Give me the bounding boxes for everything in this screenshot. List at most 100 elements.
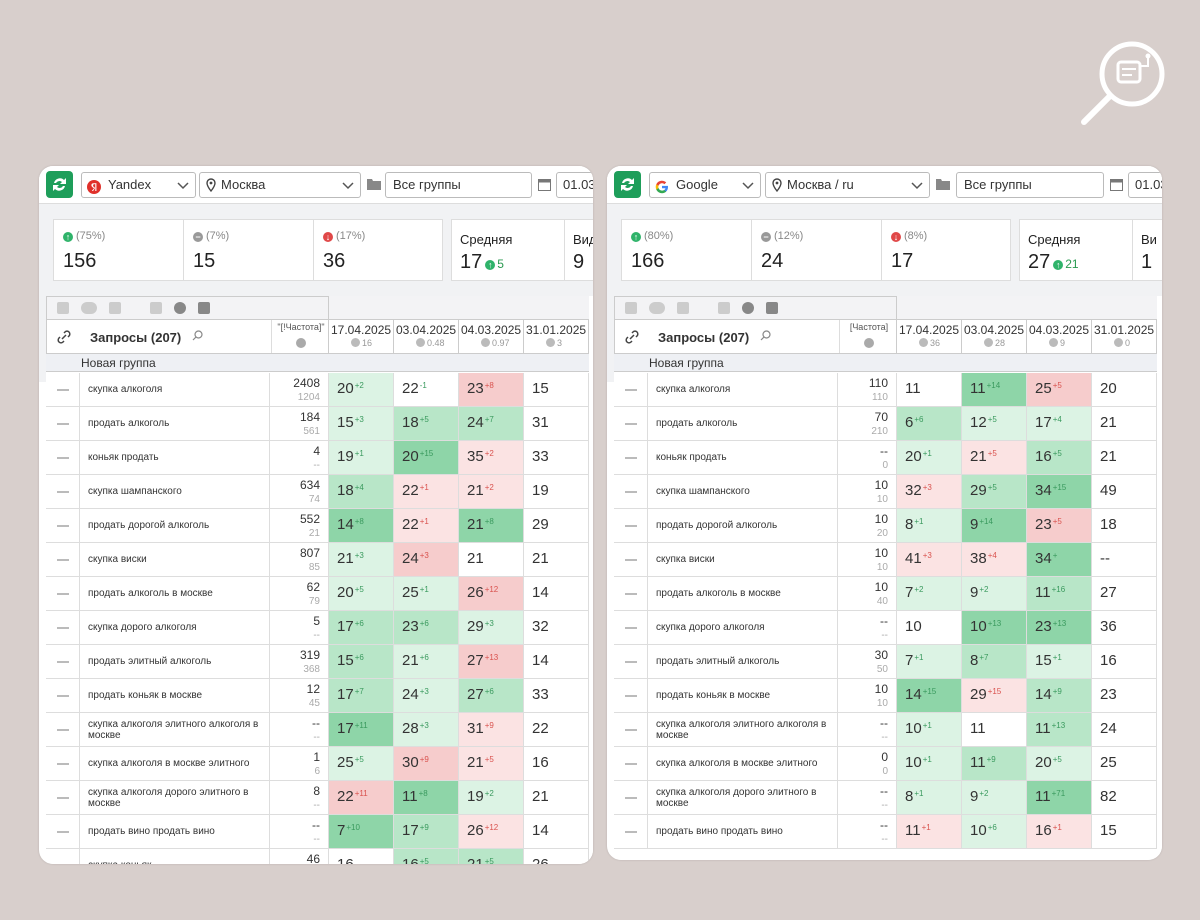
position-cell[interactable]: 26 [524,849,589,864]
position-cell[interactable]: 10+13 [962,611,1027,645]
position-cell[interactable]: 24+7 [459,407,524,441]
query-cell[interactable]: скупка алкоголя [648,373,838,407]
row-handle[interactable] [46,611,80,645]
query-cell[interactable]: продать коньяк в москве [80,679,270,713]
position-cell[interactable]: 9+2 [962,781,1027,815]
position-cell[interactable]: 22+11 [329,781,394,815]
query-cell[interactable]: скупка виски [80,543,270,577]
query-cell[interactable]: скупка алкоголя элитного алкоголя в моск… [80,713,270,747]
row-handle[interactable] [614,679,648,713]
position-cell[interactable]: 25+5 [329,747,394,781]
position-cell[interactable]: 8+1 [897,509,962,543]
link-chain-icon[interactable] [57,330,71,344]
contrast-icon[interactable] [742,302,754,314]
position-cell[interactable]: 21+3 [329,543,394,577]
position-cell[interactable]: 9+14 [962,509,1027,543]
position-cell[interactable]: 14+8 [329,509,394,543]
table-row[interactable]: скупка виски 807 85 21+3 24+3 21 21 [46,543,589,577]
position-cell[interactable]: 11+8 [394,781,459,815]
table-row[interactable]: скупка дорого алкоголя 5 -- 17+6 23+6 29+3 32 [46,611,589,645]
position-cell[interactable]: 21 [524,781,589,815]
table-row[interactable]: продать дорогой алкоголь 552 21 14+8 22+1 21… [46,509,589,543]
position-cell[interactable]: 18+4 [329,475,394,509]
position-cell[interactable]: 16 [329,849,394,864]
query-cell[interactable]: скупка алкоголя в москве элитного [80,747,270,781]
position-cell[interactable]: 7+1 [897,645,962,679]
toggle-icon[interactable] [649,302,665,314]
position-cell[interactable]: 19+1 [329,441,394,475]
refresh-button[interactable] [46,171,73,198]
position-cell[interactable]: 20 [1092,373,1157,407]
position-cell[interactable]: 11+9 [962,747,1027,781]
sort-icon[interactable] [625,302,637,314]
query-cell[interactable]: коньяк продать [80,441,270,475]
row-handle[interactable] [46,373,80,407]
position-cell[interactable]: 11+1 [897,815,962,849]
position-cell[interactable]: 23+8 [459,373,524,407]
position-cell[interactable]: 8+7 [962,645,1027,679]
query-cell[interactable]: скупка алкоголя дорого элитного в москве [648,781,838,815]
table-icon[interactable] [150,302,162,314]
position-cell[interactable]: 14+15 [897,679,962,713]
position-cell[interactable]: 14 [524,577,589,611]
position-cell[interactable]: 21+2 [459,475,524,509]
position-cell[interactable]: 49 [1092,475,1157,509]
row-handle[interactable] [614,747,648,781]
position-cell[interactable]: 32+3 [897,475,962,509]
table-row[interactable]: скупка виски 10 10 41+3 38+4 34+ -- [614,543,1157,577]
position-cell[interactable]: 29+15 [962,679,1027,713]
table-row[interactable]: продать вино продать вино -- -- 7+10 17+9 26… [46,815,589,849]
position-cell[interactable]: 36 [1092,611,1157,645]
query-cell[interactable]: продать дорогой алкоголь [80,509,270,543]
position-cell[interactable]: 26+12 [459,577,524,611]
row-handle[interactable] [46,781,80,815]
row-handle[interactable] [614,475,648,509]
query-cell[interactable]: скупка шампанского [648,475,838,509]
position-cell[interactable]: 27+13 [459,645,524,679]
position-cell[interactable]: 24+3 [394,543,459,577]
row-handle[interactable] [46,815,80,849]
position-cell[interactable]: 21 [1092,407,1157,441]
position-cell[interactable]: 11 [897,373,962,407]
position-cell[interactable]: 31 [524,407,589,441]
position-cell[interactable]: 34+15 [1027,475,1092,509]
position-cell[interactable]: 17+4 [1027,407,1092,441]
link-icon[interactable] [109,302,121,314]
position-cell[interactable]: 23 [1092,679,1157,713]
row-handle[interactable] [614,373,648,407]
row-handle[interactable] [614,611,648,645]
position-cell[interactable]: 21+5 [962,441,1027,475]
position-cell[interactable]: 16+5 [1027,441,1092,475]
row-handle[interactable] [614,781,648,815]
queries-header[interactable]: Запросы (207) [90,330,181,345]
position-cell[interactable]: 15+3 [329,407,394,441]
position-cell[interactable]: 18+5 [394,407,459,441]
position-cell[interactable]: 22+1 [394,475,459,509]
position-cell[interactable]: 38+4 [962,543,1027,577]
table-row[interactable]: скупка дорого алкоголя -- -- 10 10+13 23+13 3… [614,611,1157,645]
calendar-icon[interactable] [1110,178,1123,191]
group-row[interactable]: Новая группа [614,354,1157,372]
position-cell[interactable]: 27 [1092,577,1157,611]
query-cell[interactable]: продать алкоголь в москве [648,577,838,611]
position-cell[interactable]: 28+3 [394,713,459,747]
search-engine-select[interactable]: Google [649,172,761,198]
position-cell[interactable]: 12+5 [962,407,1027,441]
position-cell[interactable]: 20+5 [1027,747,1092,781]
query-cell[interactable]: продать алкоголь в москве [80,577,270,611]
row-handle[interactable] [46,747,80,781]
calendar-icon[interactable] [538,178,551,191]
row-handle[interactable] [614,441,648,475]
query-cell[interactable]: продать алкоголь [648,407,838,441]
position-cell[interactable]: 35+2 [459,441,524,475]
row-handle[interactable] [614,407,648,441]
table-row[interactable]: продать дорогой алкоголь 10 20 8+1 9+14 23+5… [614,509,1157,543]
position-cell[interactable]: 41+3 [897,543,962,577]
table-row[interactable]: скупка коньяк 461616+521+526 [46,849,589,864]
region-select[interactable]: Москва [199,172,361,198]
query-cell[interactable]: скупка виски [648,543,838,577]
table-row[interactable]: продать коньяк в москве 12 45 17+7 24+3 27+6… [46,679,589,713]
position-cell[interactable]: 20+5 [329,577,394,611]
query-cell[interactable]: скупка дорого алкоголя [648,611,838,645]
frequency-header[interactable]: "[!Частота]" [271,320,330,353]
